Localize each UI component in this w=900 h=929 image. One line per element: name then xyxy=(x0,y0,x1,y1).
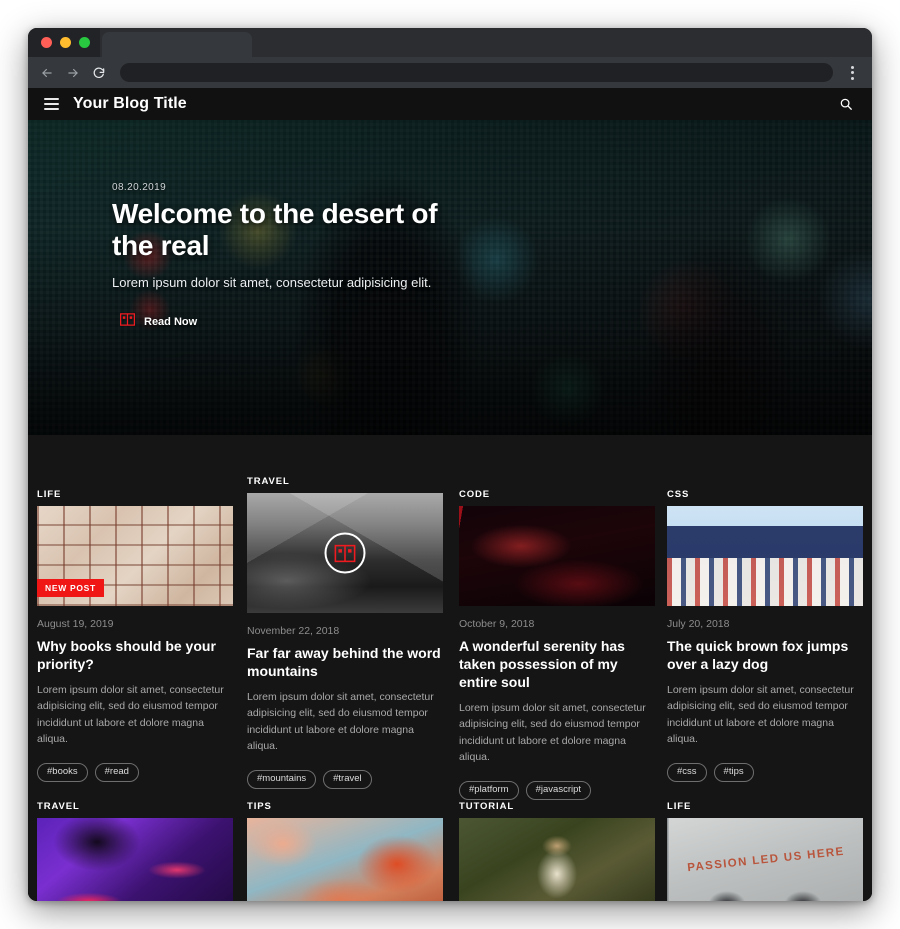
post-card[interactable]: CODE October 9, 2018 A wonderful serenit… xyxy=(459,489,655,800)
post-tags: #books #read xyxy=(37,763,233,782)
post-tag[interactable]: #tips xyxy=(713,763,754,782)
post-category[interactable]: TRAVEL xyxy=(37,801,233,812)
post-thumbnail[interactable] xyxy=(459,818,655,901)
post-card[interactable]: LIFE PASSION LED US HERE August 14, 2017 xyxy=(667,801,863,901)
reload-icon[interactable] xyxy=(88,62,110,84)
minimize-window-button[interactable] xyxy=(60,37,71,48)
post-category[interactable]: LIFE xyxy=(37,489,233,500)
new-post-badge: NEW POST xyxy=(37,579,104,597)
site-header: Your Blog Title xyxy=(28,88,872,120)
forward-arrow-icon[interactable] xyxy=(62,62,84,84)
open-book-icon xyxy=(120,313,135,331)
window-traffic-lights xyxy=(28,28,100,57)
post-thumbnail[interactable]: NEW POST xyxy=(37,506,233,606)
post-thumbnail[interactable] xyxy=(667,506,863,606)
post-category[interactable]: TIPS xyxy=(247,801,443,812)
post-tags: #css #tips xyxy=(667,763,863,782)
post-card[interactable]: TIPS Mark 12, 2018 xyxy=(247,801,443,901)
post-date: August 19, 2019 xyxy=(37,618,114,630)
post-card[interactable]: LIFE NEW POST August 19, 2019 Why books … xyxy=(37,489,233,782)
post-title[interactable]: Why books should be your priority? xyxy=(37,637,233,673)
post-category[interactable]: TRAVEL xyxy=(247,476,443,487)
post-title[interactable]: A wonderful serenity has taken possessio… xyxy=(459,637,655,691)
hero-content: 08.20.2019 Welcome to the desert of the … xyxy=(112,182,712,331)
post-tag[interactable]: #books xyxy=(37,763,88,782)
post-card[interactable]: TUTORIAL February 3, 2018 xyxy=(459,801,655,901)
hero-subtitle: Lorem ipsum dolor sit amet, consectetur … xyxy=(112,274,432,290)
browser-tab-strip xyxy=(28,28,872,57)
browser-toolbar xyxy=(28,57,872,88)
post-category[interactable]: CODE xyxy=(459,489,655,500)
post-tag[interactable]: #read xyxy=(94,763,139,782)
post-excerpt: Lorem ipsum dolor sit amet, consectetur … xyxy=(459,702,646,763)
post-excerpt: Lorem ipsum dolor sit amet, consectetur … xyxy=(667,684,854,745)
post-excerpt: Lorem ipsum dolor sit amet, consectetur … xyxy=(247,691,434,752)
post-tags: #platform #javascript xyxy=(459,781,655,800)
post-thumbnail[interactable]: PASSION LED US HERE xyxy=(667,818,863,901)
post-thumbnail[interactable] xyxy=(247,818,443,901)
post-tag[interactable]: #mountains xyxy=(247,770,317,789)
post-title[interactable]: Far far away behind the word mountains xyxy=(247,644,443,680)
post-title[interactable]: The quick brown fox jumps over a lazy do… xyxy=(667,637,863,673)
post-tag[interactable]: #javascript xyxy=(525,781,592,800)
back-arrow-icon[interactable] xyxy=(36,62,58,84)
kebab-menu-icon[interactable] xyxy=(842,62,862,84)
post-tags: #mountains #travel xyxy=(247,770,443,789)
post-tag[interactable]: #platform xyxy=(459,781,519,800)
hero-date: 08.20.2019 xyxy=(112,182,167,193)
hero-banner[interactable]: 08.20.2019 Welcome to the desert of the … xyxy=(28,120,872,435)
page-viewport: Your Blog Title 08.20.2019 Welcome to th… xyxy=(28,88,872,901)
hero-title: Welcome to the desert of the real xyxy=(112,198,438,261)
post-excerpt: Lorem ipsum dolor sit amet, consectetur … xyxy=(37,684,224,745)
site-title: Your Blog Title xyxy=(73,95,187,112)
post-card[interactable]: TRAVEL April 21, 2018 xyxy=(37,801,233,901)
search-icon[interactable] xyxy=(839,97,853,111)
post-card-featured[interactable]: TRAVEL November 22, 2018 Far far away be… xyxy=(247,476,443,789)
post-date: July 20, 2018 xyxy=(667,618,730,630)
hamburger-menu-icon[interactable] xyxy=(44,98,59,110)
passion-sign-text: PASSION LED US HERE xyxy=(686,845,846,875)
post-tag[interactable]: #travel xyxy=(323,770,372,789)
browser-tab[interactable] xyxy=(102,32,252,57)
open-book-icon[interactable] xyxy=(324,532,366,574)
post-date: November 22, 2018 xyxy=(247,625,340,637)
post-tag[interactable]: #css xyxy=(667,763,707,782)
address-bar-input[interactable] xyxy=(120,63,833,82)
post-category[interactable]: CSS xyxy=(667,489,863,500)
post-card[interactable]: CSS July 20, 2018 The quick brown fox ju… xyxy=(667,489,863,782)
close-window-button[interactable] xyxy=(41,37,52,48)
post-thumbnail[interactable] xyxy=(459,506,655,606)
post-date: October 9, 2018 xyxy=(459,618,535,630)
post-category[interactable]: TUTORIAL xyxy=(459,801,655,812)
post-thumbnail[interactable] xyxy=(37,818,233,901)
posts-grid: LIFE NEW POST August 19, 2019 Why books … xyxy=(28,435,872,901)
screenshot-root: Your Blog Title 08.20.2019 Welcome to th… xyxy=(0,0,900,929)
post-thumbnail[interactable] xyxy=(247,493,443,613)
post-category[interactable]: LIFE xyxy=(667,801,863,812)
read-now-label: Read Now xyxy=(144,315,198,328)
maximize-window-button[interactable] xyxy=(79,37,90,48)
read-now-button[interactable]: Read Now xyxy=(120,313,712,331)
browser-window: Your Blog Title 08.20.2019 Welcome to th… xyxy=(28,28,872,901)
